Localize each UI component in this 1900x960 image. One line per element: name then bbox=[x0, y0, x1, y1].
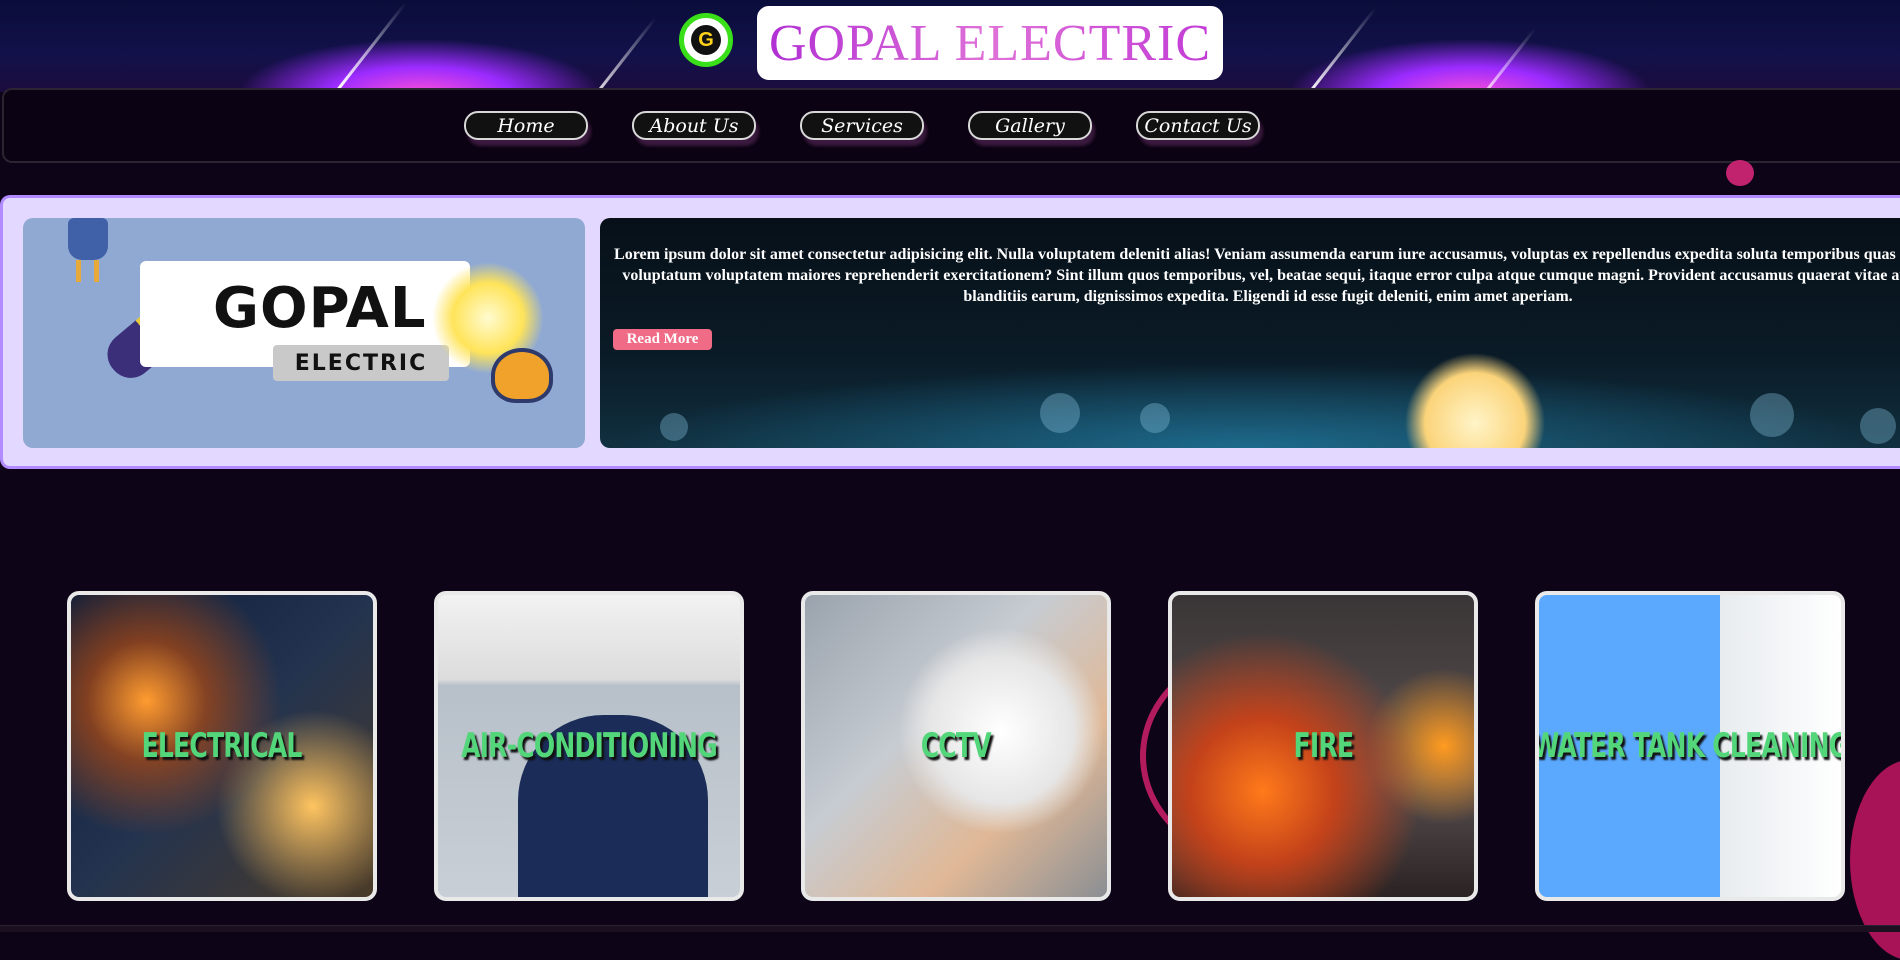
service-label: ELECTRICAL bbox=[141, 726, 303, 766]
logo[interactable]: G bbox=[679, 13, 733, 67]
decorative-dot bbox=[1726, 160, 1754, 186]
hero-section: GOPAL ELECTRIC Lorem ipsum dolor sit ame… bbox=[0, 195, 1900, 469]
service-card-electrical[interactable]: ELECTRICAL bbox=[67, 591, 377, 901]
light-streak bbox=[1238, 7, 1377, 92]
service-label: CCTV bbox=[920, 726, 992, 766]
light-streak bbox=[1398, 27, 1537, 92]
header-banner: G GOPAL ELECTRIC bbox=[0, 0, 1900, 92]
hero-text-panel: Lorem ipsum dolor sit amet consectetur a… bbox=[600, 218, 1900, 448]
nav-gallery[interactable]: Gallery bbox=[968, 111, 1092, 140]
nav-about-us[interactable]: About Us bbox=[632, 111, 756, 140]
brand-title: GOPAL ELECTRIC bbox=[768, 14, 1212, 72]
hero-paragraph: Lorem ipsum dolor sit amet consectetur a… bbox=[614, 246, 1900, 305]
service-label: AIR-CONDITIONING bbox=[461, 726, 718, 766]
service-card-cctv[interactable]: CCTV bbox=[801, 591, 1111, 901]
service-label: FIRE bbox=[1293, 726, 1353, 766]
hero-logo-image: GOPAL ELECTRIC bbox=[23, 218, 585, 448]
service-card-water-tank-cleaning[interactable]: WATER TANK CLEANING bbox=[1535, 591, 1845, 901]
read-more-button[interactable]: Read More bbox=[613, 329, 712, 350]
plug-icon bbox=[68, 218, 108, 282]
hero-image-subtitle: ELECTRIC bbox=[273, 345, 449, 381]
brand-title-box: GOPAL ELECTRIC bbox=[757, 6, 1223, 80]
light-streak bbox=[268, 2, 407, 92]
main-nav: Home About Us Services Gallery Contact U… bbox=[2, 88, 1900, 163]
nav-contact-us[interactable]: Contact Us bbox=[1136, 111, 1260, 140]
hero-image-title: GOPAL bbox=[213, 276, 427, 341]
nav-services[interactable]: Services bbox=[800, 111, 924, 140]
service-label: WATER TANK CLEANING bbox=[1535, 726, 1845, 766]
lightbulb-base bbox=[491, 348, 553, 403]
g-logo-icon: G bbox=[691, 25, 721, 55]
light-streak bbox=[518, 17, 657, 92]
service-card-fire[interactable]: FIRE bbox=[1168, 591, 1478, 901]
nav-home[interactable]: Home bbox=[464, 111, 588, 140]
service-card-air-conditioning[interactable]: AIR-CONDITIONING bbox=[434, 591, 744, 901]
